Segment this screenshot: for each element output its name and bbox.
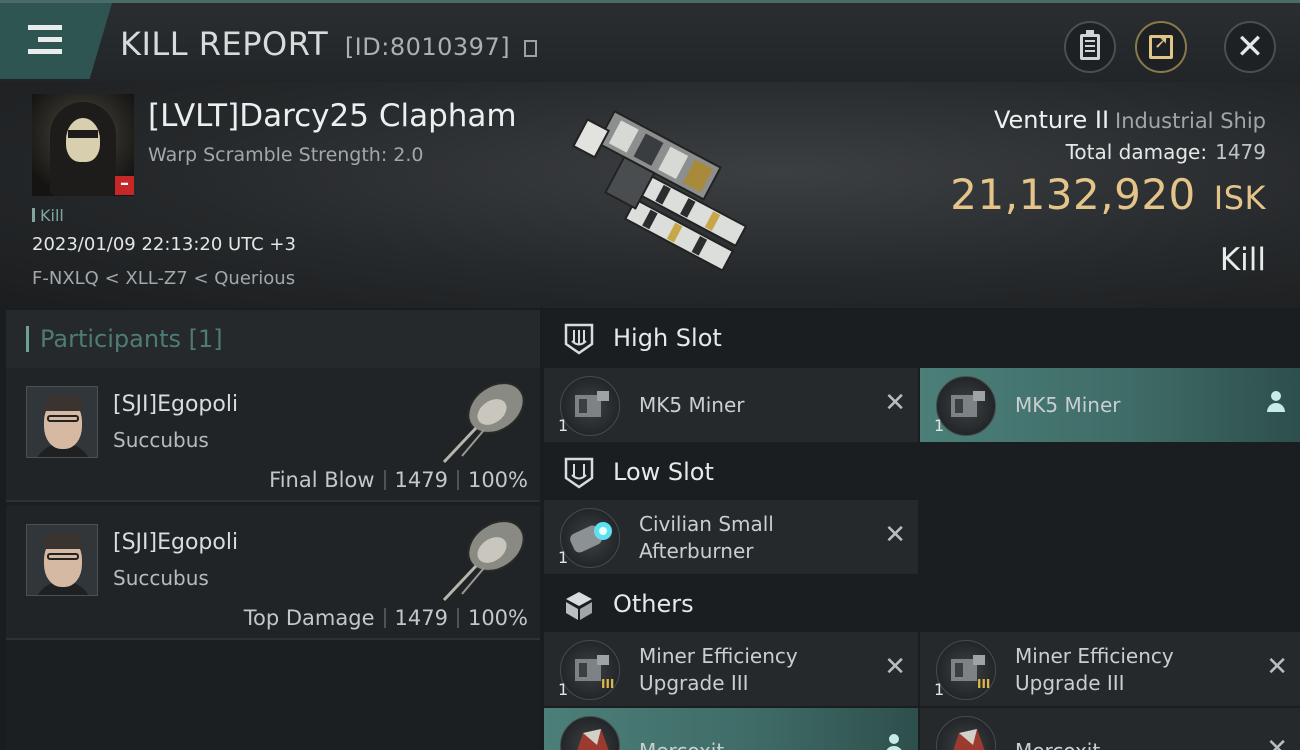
destroyed-x-icon: ✕ <box>884 520 906 550</box>
report-id: [ID:8010397] <box>344 33 511 61</box>
slot-item[interactable]: III 1 Miner Efficiency Upgrade III ✕ <box>920 632 1300 706</box>
slot-item[interactable]: III 1 Miner Efficiency Upgrade III ✕ <box>544 632 918 706</box>
mining-laser-icon <box>936 376 996 436</box>
fitting-panel: High Slot 1 MK5 Miner ✕ 1 MK5 Miner Low … <box>544 310 1300 750</box>
participants-header: Participants [1] <box>6 310 540 368</box>
participant-avatar[interactable] <box>26 524 98 596</box>
total-damage: Total damage: 1479 <box>1066 140 1266 164</box>
tier-badge: III <box>977 677 991 691</box>
result-label: Kill <box>1219 242 1266 278</box>
total-damage-label: Total damage: <box>1065 140 1208 164</box>
succubus-ship-image[interactable] <box>436 372 530 468</box>
clipboard-button[interactable] <box>1064 21 1116 73</box>
venture-ship-image[interactable] <box>540 100 770 290</box>
mining-upgrade-icon <box>936 640 996 700</box>
participant-avatar[interactable] <box>26 386 98 458</box>
minus-icon: – <box>115 175 134 195</box>
high-slot-header: High Slot <box>544 310 1300 368</box>
high-slot-icon <box>564 323 594 355</box>
ship-class: Industrial Ship <box>1115 109 1266 133</box>
participant-stats: Top Damage 1479 100% <box>244 606 528 630</box>
warp-scramble-text: Warp Scramble Strength: 2.0 <box>148 144 424 166</box>
ship-name: Venture II <box>993 106 1110 134</box>
low-slot-title: Low Slot <box>613 458 714 486</box>
participant-stats: Final Blow 1479 100% <box>269 468 528 492</box>
victim-name[interactable]: [LVLT]Darcy25 Clapham <box>148 98 517 134</box>
victim-header: – [LVLT]Darcy25 Clapham Warp Scramble St… <box>0 82 1300 308</box>
cube-icon <box>566 592 592 620</box>
participant-ship: Succubus <box>113 428 209 452</box>
mining-upgrade-icon <box>560 640 620 700</box>
participant-name[interactable]: [SJI]Egopoli <box>113 530 238 555</box>
afterburner-icon <box>560 508 620 568</box>
item-name: Civilian Small Afterburner <box>639 512 774 563</box>
ore-icon <box>936 716 996 750</box>
destroyed-x-icon: ✕ <box>884 388 906 418</box>
low-slot-header: Low Slot <box>544 444 1300 502</box>
menu-button[interactable] <box>0 3 112 79</box>
item-quantity: 1 <box>558 548 569 567</box>
high-slot-title: High Slot <box>613 324 722 352</box>
slot-item[interactable]: 1 MK5 Miner ✕ <box>544 368 918 442</box>
slot-item[interactable]: 1 Civilian Small Afterburner ✕ <box>544 500 918 574</box>
share-icon <box>1149 32 1173 59</box>
title-text: KILL REPORT <box>120 25 329 63</box>
item-name: MK5 Miner <box>1015 393 1121 417</box>
kill-datetime: 2023/01/09 22:13:20 UTC +3 <box>32 234 296 255</box>
slot-item[interactable]: 1 MK5 Miner <box>920 368 1300 442</box>
item-name: MK5 Miner <box>639 393 745 417</box>
participant-role: Final Blow <box>269 468 375 492</box>
item-quantity: 1 <box>934 416 945 435</box>
total-damage-value: 1479 <box>1215 140 1266 164</box>
participant-damage: 1479 <box>394 468 448 492</box>
participant-row[interactable]: [SJI]Egopoli Succubus Final Blow 1479 100% <box>6 368 540 502</box>
item-name: Miner Efficiency Upgrade III <box>1015 644 1174 695</box>
close-icon: ✕ <box>1235 27 1265 67</box>
item-quantity: 1 <box>934 680 945 699</box>
share-button[interactable] <box>1135 21 1187 73</box>
item-quantity: 1 <box>558 416 569 435</box>
destroyed-x-icon: ✕ <box>1266 652 1288 682</box>
participants-panel: Participants [1] [SJI]Egopoli Succubus F… <box>6 310 540 750</box>
participant-role: Top Damage <box>243 606 375 630</box>
isk-unit: ISK <box>1213 179 1266 217</box>
menu-icon[interactable] <box>28 25 62 55</box>
kill-tag: Kill <box>32 206 64 225</box>
page-title: KILL REPORT [ID:8010397] <box>120 25 537 63</box>
low-slot-icon <box>564 457 594 489</box>
person-icon <box>1266 391 1286 413</box>
others-title: Others <box>613 590 694 618</box>
isk-value: 21,132,920 ISK <box>950 170 1266 219</box>
participant-percent: 100% <box>467 606 528 630</box>
item-name: Mercoxit <box>639 738 724 750</box>
close-button[interactable]: ✕ <box>1224 21 1276 73</box>
participants-title: Participants [1] <box>40 325 223 353</box>
participant-row[interactable]: [SJI]Egopoli Succubus Top Damage 1479 100% <box>6 506 540 640</box>
others-header: Others <box>544 576 1300 634</box>
item-name: Mercoxit <box>1015 738 1100 750</box>
participant-percent: 100% <box>467 468 528 492</box>
destroyed-x-icon: ✕ <box>884 652 906 682</box>
tier-badge: III <box>601 677 615 691</box>
person-icon <box>884 734 904 750</box>
copy-id-icon[interactable] <box>523 40 537 57</box>
mining-laser-icon <box>560 376 620 436</box>
item-name: Miner Efficiency Upgrade III <box>639 644 798 695</box>
participant-ship: Succubus <box>113 566 209 590</box>
succubus-ship-image[interactable] <box>436 510 530 606</box>
slot-item[interactable]: Mercoxit <box>544 708 918 750</box>
isk-amount: 21,132,920 <box>950 170 1196 219</box>
kill-location[interactable]: F-NXLQ < XLL-Z7 < Querious <box>32 268 295 289</box>
item-quantity: 1 <box>558 680 569 699</box>
ore-icon <box>560 716 620 750</box>
participant-damage: 1479 <box>394 606 448 630</box>
destroyed-x-icon: ✕ <box>1266 734 1288 750</box>
clipboard-icon <box>1080 30 1100 60</box>
top-bar: KILL REPORT [ID:8010397] ✕ <box>0 0 1300 82</box>
slot-item[interactable]: Mercoxit ✕ <box>920 708 1300 750</box>
participant-name[interactable]: [SJI]Egopoli <box>113 392 238 417</box>
victim-ship[interactable]: Venture II Industrial Ship <box>994 106 1266 134</box>
